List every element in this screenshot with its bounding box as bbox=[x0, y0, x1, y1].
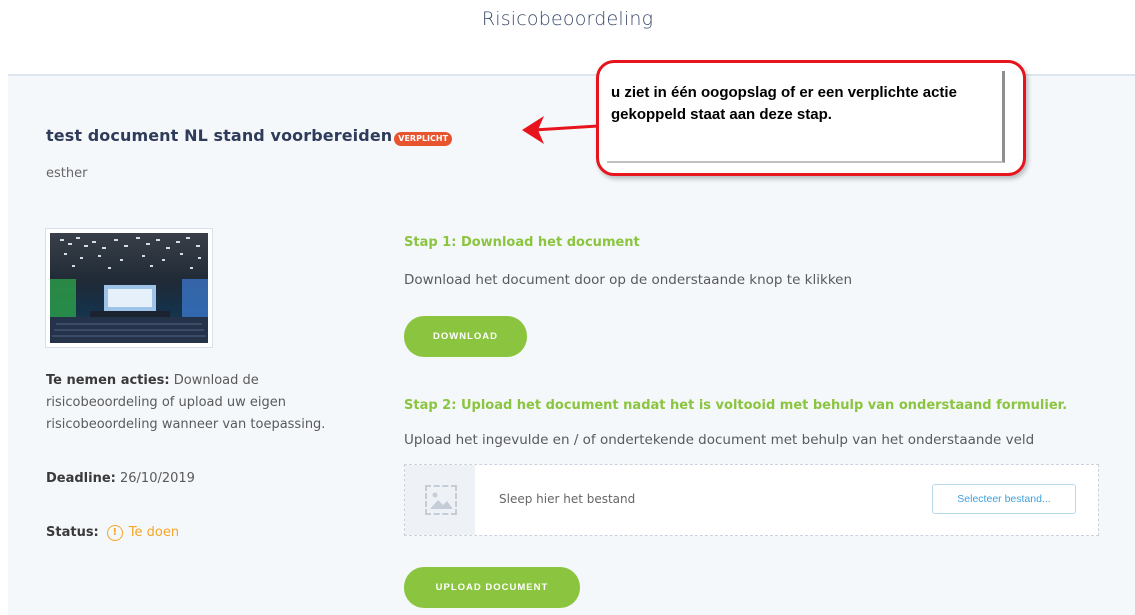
step1-title: Stap 1: Download het document bbox=[404, 235, 640, 250]
document-title: test document NL stand voorbereiden bbox=[46, 126, 393, 145]
status-value: Te doen bbox=[128, 525, 180, 540]
step2-description: Upload het ingevulde en / of ondertekend… bbox=[404, 432, 1035, 448]
file-dropzone[interactable]: Sleep hier het bestand Selecteer bestand… bbox=[404, 464, 1099, 536]
actions-label: Te nemen acties: bbox=[46, 373, 170, 388]
exclamation-circle-icon: ! bbox=[106, 525, 123, 541]
callout-text: u ziet in één oogopslag of er een verpli… bbox=[611, 84, 957, 123]
page-title: Risicobeoordeling bbox=[481, 8, 654, 30]
annotation-callout: u ziet in één oogopslag of er een verpli… bbox=[596, 60, 1026, 176]
status-info: Status: ! Te doen bbox=[46, 522, 179, 544]
step1-description: Download het document door op de onderst… bbox=[404, 272, 853, 288]
verplicht-badge: VERPLICHT bbox=[394, 131, 453, 146]
arrow-left-icon bbox=[522, 116, 599, 144]
select-file-button[interactable]: Selecteer bestand... bbox=[932, 484, 1076, 514]
status-label: Status: bbox=[46, 525, 99, 540]
actions-info: Te nemen acties: Download de risicobeoor… bbox=[46, 370, 366, 436]
image-placeholder-icon bbox=[425, 485, 457, 515]
upload-document-button[interactable]: UPLOAD DOCUMENT bbox=[404, 567, 580, 608]
event-hall-image bbox=[50, 233, 208, 343]
document-thumbnail bbox=[45, 228, 213, 348]
document-author: esther bbox=[46, 166, 88, 181]
deadline-label: Deadline: bbox=[46, 471, 116, 486]
dropzone-icon-box bbox=[405, 465, 475, 535]
deadline-info: Deadline: 26/10/2019 bbox=[46, 468, 195, 490]
deadline-value: 26/10/2019 bbox=[115, 471, 195, 486]
step2-title: Stap 2: Upload het document nadat het is… bbox=[404, 398, 1068, 413]
document-title-row: test document NL stand voorbereiden VERP… bbox=[46, 126, 453, 146]
dropzone-text: Sleep hier het bestand bbox=[499, 492, 636, 506]
download-button[interactable]: DOWNLOAD bbox=[404, 316, 527, 357]
